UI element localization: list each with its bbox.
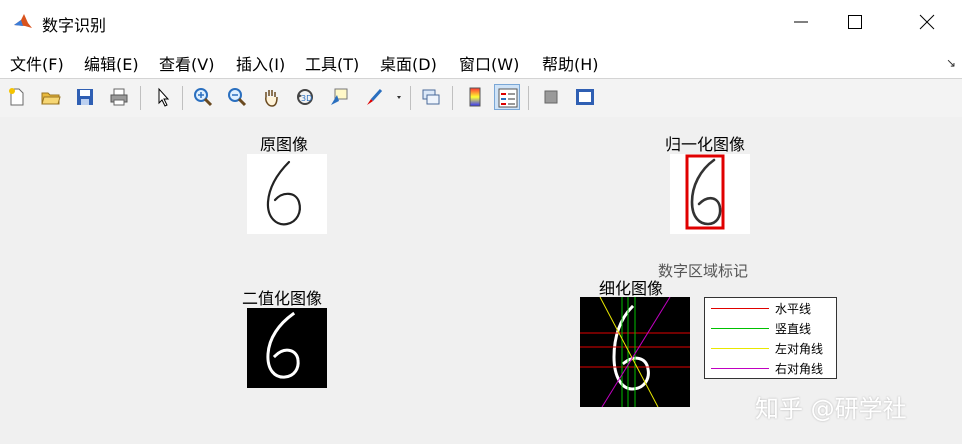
figure-canvas: 原图像 归一化图像 数字区域标记 二值化图像 细化图像 水平线 竖直线 左对角线… (0, 117, 962, 444)
link-plot-icon (422, 89, 440, 105)
show-plot-tools-icon (576, 89, 594, 105)
figure-toolbar: 3D (0, 78, 962, 118)
window-title: 数字识别 (42, 16, 107, 35)
legend-line-magenta (711, 368, 769, 369)
maximize-button[interactable] (832, 8, 878, 36)
link-plot-button[interactable] (418, 84, 444, 110)
colorbar-icon (469, 87, 481, 107)
close-icon (919, 14, 935, 30)
menu-window[interactable]: 窗口(W) (459, 51, 519, 75)
legend-entry: 水平线 (705, 300, 838, 318)
close-button[interactable] (904, 8, 950, 36)
zoom-out-icon (228, 88, 247, 107)
hide-plot-tools-icon (544, 90, 558, 104)
pointer-button[interactable] (150, 84, 176, 110)
toolbar-separator (410, 86, 411, 110)
menu-help[interactable]: 帮助(H) (542, 51, 599, 75)
legend-button[interactable] (494, 84, 520, 110)
menu-desktop[interactable]: 桌面(D) (380, 51, 437, 75)
rotate-3d-icon: 3D (297, 89, 313, 105)
binary-image (247, 308, 327, 388)
toolbar-separator (528, 86, 529, 110)
svg-text:3D: 3D (301, 94, 312, 103)
open-file-icon (41, 92, 61, 105)
original-image-title: 原图像 (260, 135, 309, 154)
minimize-button[interactable] (778, 8, 824, 36)
watermark-text: 知乎 @研学社 (755, 395, 907, 423)
open-file-button[interactable] (38, 84, 64, 110)
thin-image (580, 297, 690, 407)
matlab-logo-icon (12, 11, 34, 33)
menu-file[interactable]: 文件(F) (10, 51, 64, 75)
legend-label: 竖直线 (775, 322, 812, 336)
toolbar-separator (140, 86, 141, 110)
legend-icon (498, 88, 518, 108)
dock-arrow-icon[interactable]: ↘ (946, 56, 956, 70)
legend-line-red (711, 308, 769, 309)
save-icon (77, 89, 93, 105)
legend-entry: 竖直线 (705, 320, 838, 338)
legend-line-green (711, 328, 769, 329)
original-image (247, 154, 327, 234)
legend-line-yellow (711, 348, 769, 349)
thin-image-title: 细化图像 (599, 279, 664, 298)
brush-icon (367, 88, 401, 105)
print-button[interactable] (106, 84, 132, 110)
zoom-in-button[interactable] (190, 84, 216, 110)
hide-plot-tools-button[interactable] (538, 84, 564, 110)
colorbar-button[interactable] (462, 84, 488, 110)
pan-button[interactable] (258, 84, 284, 110)
legend-entry: 右对角线 (705, 360, 838, 378)
show-plot-tools-button[interactable] (572, 84, 598, 110)
legend-label: 右对角线 (775, 362, 824, 376)
zoom-out-button[interactable] (224, 84, 250, 110)
normalized-image (670, 154, 750, 234)
print-icon (110, 88, 128, 106)
menu-insert[interactable]: 插入(I) (236, 51, 285, 75)
toolbar-separator (182, 86, 183, 110)
pan-hand-icon (265, 90, 278, 107)
menu-edit[interactable]: 编辑(E) (84, 51, 139, 75)
legend-entry: 左对角线 (705, 340, 838, 358)
binary-image-title: 二值化图像 (242, 289, 323, 308)
menu-bar: 文件(F) 编辑(E) 查看(V) 插入(I) 工具(T) 桌面(D) 窗口(W… (0, 44, 962, 78)
region-label: 数字区域标记 (658, 262, 749, 280)
zoom-in-icon (194, 88, 213, 107)
new-figure-button[interactable] (4, 84, 30, 110)
menu-tools[interactable]: 工具(T) (305, 51, 359, 75)
rotate-3d-button[interactable]: 3D (292, 84, 318, 110)
data-cursor-button[interactable] (326, 84, 352, 110)
menu-view[interactable]: 查看(V) (159, 51, 214, 75)
normalized-image-title: 归一化图像 (665, 135, 746, 154)
data-cursor-icon (331, 88, 348, 105)
maximize-icon (848, 15, 862, 29)
new-figure-icon (9, 88, 24, 106)
pointer-icon (158, 87, 170, 107)
legend-label: 水平线 (775, 302, 812, 316)
brush-button[interactable] (360, 84, 404, 110)
toolbar-separator (452, 86, 453, 110)
legend-box[interactable]: 水平线 竖直线 左对角线 右对角线 (704, 297, 837, 379)
minimize-icon (794, 21, 808, 23)
title-bar: 数字识别 (0, 0, 962, 44)
legend-label: 左对角线 (775, 342, 824, 356)
save-button[interactable] (72, 84, 98, 110)
